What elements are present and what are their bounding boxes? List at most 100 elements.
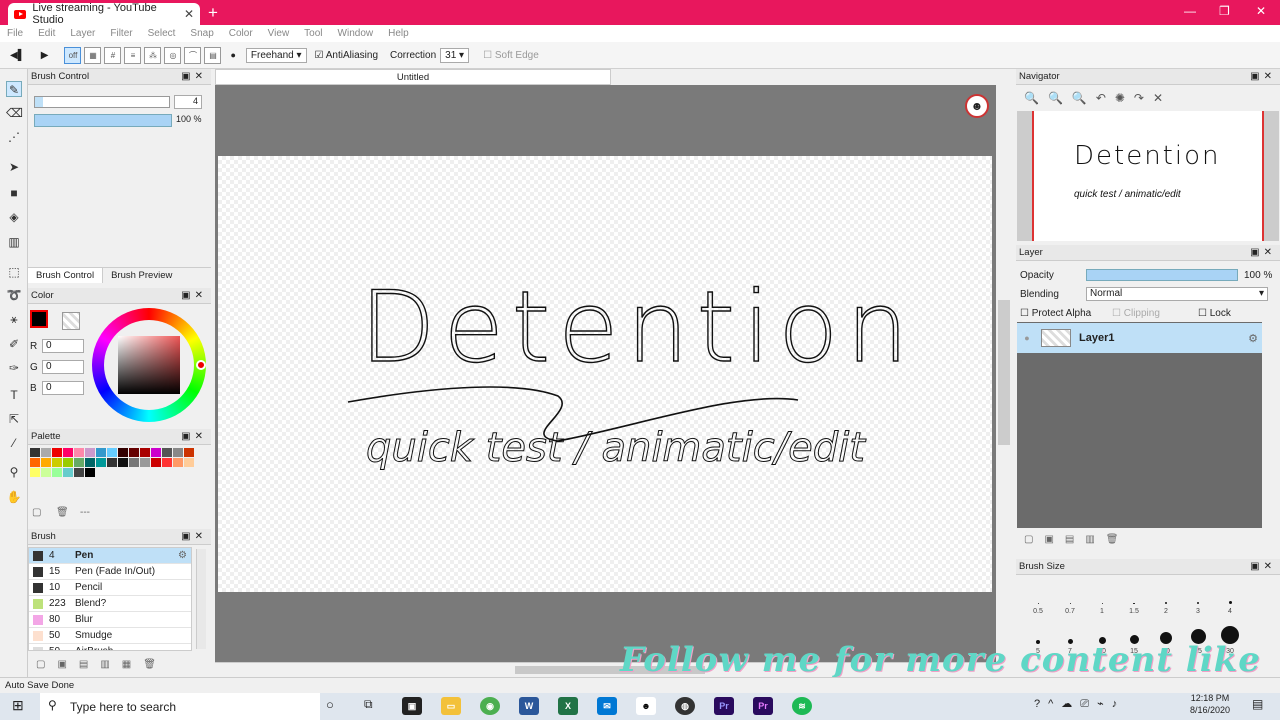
premiere-rush-icon[interactable]: Pr <box>753 697 773 715</box>
palette-swatch[interactable] <box>184 458 194 467</box>
palette-swatch[interactable] <box>85 448 95 457</box>
correction-select[interactable]: 31 ▾ <box>440 47 470 63</box>
eyedropper-tool-icon[interactable]: ⚲ <box>6 464 22 480</box>
palette-swatch[interactable] <box>162 458 172 467</box>
navigator-preview[interactable]: Detention quick test / animatic/edit <box>1017 111 1279 241</box>
palette-swatch[interactable] <box>63 468 73 477</box>
palette-swatch[interactable] <box>52 468 62 477</box>
brush-scrollbar[interactable] <box>196 549 206 649</box>
palette-swatch[interactable] <box>96 448 106 457</box>
prev-icon[interactable]: ◀▌ <box>10 50 25 61</box>
menu-file[interactable]: File <box>7 28 23 39</box>
tab-brush-preview[interactable]: Brush Preview <box>103 268 180 283</box>
notification-icon[interactable]: ▤ <box>1252 697 1263 711</box>
visibility-icon[interactable]: ● <box>1017 333 1037 343</box>
main-color-swatch[interactable] <box>30 310 48 328</box>
palette-swatch[interactable] <box>41 448 51 457</box>
brush-actions[interactable]: ▢▣▤▥▦🗑 <box>36 659 168 670</box>
brush-row[interactable]: 10 Pencil <box>29 580 191 596</box>
palette-swatch[interactable] <box>107 458 117 467</box>
palette-swatch[interactable] <box>129 458 139 467</box>
palette-swatch[interactable] <box>140 448 150 457</box>
store-icon[interactable]: ▣ <box>402 697 422 715</box>
premiere-icon[interactable]: Pr <box>714 697 734 715</box>
menu-color[interactable]: Color <box>229 28 253 39</box>
palette-swatch[interactable] <box>74 458 84 467</box>
select-tool-icon[interactable]: ⬚ <box>6 264 22 280</box>
palette-swatch[interactable] <box>74 448 84 457</box>
snap-curve-icon[interactable]: ⌒ <box>184 46 202 64</box>
cortana-icon[interactable]: ○ <box>326 697 334 712</box>
palette-swatch[interactable] <box>74 468 84 477</box>
windows-start-icon[interactable]: ⊞ <box>12 697 24 714</box>
layer-opacity-slider[interactable] <box>1086 269 1238 281</box>
palette-swatch[interactable] <box>52 448 62 457</box>
menu-edit[interactable]: Edit <box>38 28 55 39</box>
palette-swatch[interactable] <box>96 458 106 467</box>
taskbar-search[interactable]: ⚲ Type here to search <box>40 693 320 720</box>
palette-swatch[interactable] <box>63 458 73 467</box>
b-input[interactable]: 0 <box>42 381 84 395</box>
pen-tool-icon[interactable]: ✎ <box>6 81 22 97</box>
saturation-box[interactable] <box>118 336 180 394</box>
snap-off-icon[interactable]: off <box>64 46 82 64</box>
chrome-icon[interactable]: ◉ <box>480 697 500 715</box>
task-view-icon[interactable]: ⧉ <box>364 697 373 712</box>
brush-row[interactable]: 4 Pen ⚙ <box>29 548 191 564</box>
hand-tool-icon[interactable]: ✋ <box>6 489 22 505</box>
brush-row[interactable]: 15 Pen (Fade In/Out) <box>29 564 191 580</box>
excel-icon[interactable]: X <box>558 697 578 715</box>
menu-help[interactable]: Help <box>388 28 409 39</box>
palette-swatch[interactable] <box>30 468 40 477</box>
palette-swatch[interactable] <box>140 458 150 467</box>
move-tool-icon[interactable]: ➤ <box>6 159 22 175</box>
divide-tool-icon[interactable]: ⁄ <box>6 435 22 451</box>
brush-settings-icon[interactable]: ⚙ <box>178 550 187 561</box>
protect-alpha-checkbox[interactable]: ☐ Protect Alpha <box>1020 308 1112 319</box>
hue-handle[interactable] <box>196 360 206 370</box>
brush-size-slider[interactable] <box>34 96 170 108</box>
bucket-tool-icon[interactable]: ◈ <box>6 209 22 225</box>
palette-swatch[interactable] <box>129 448 139 457</box>
palette-swatch[interactable] <box>118 458 128 467</box>
palette-swatch[interactable] <box>173 458 183 467</box>
text-tool-icon[interactable]: T <box>6 387 22 403</box>
palette-swatch[interactable] <box>151 448 161 457</box>
menu-window[interactable]: Window <box>338 28 374 39</box>
antialias-checkbox[interactable]: ☑ AntiAliasing <box>315 50 378 61</box>
brush-size-option[interactable]: 1 <box>1086 575 1118 615</box>
palette-more[interactable]: --- <box>80 507 90 518</box>
layer-settings-icon[interactable]: ⚙ <box>1248 332 1258 345</box>
snap-grid-icon[interactable]: # <box>104 46 122 64</box>
spotify-icon[interactable]: ≋ <box>792 697 812 715</box>
tab-brush-control[interactable]: Brush Control <box>28 268 104 283</box>
palette-swatch[interactable] <box>162 448 172 457</box>
palette-swatch[interactable] <box>63 448 73 457</box>
close-window-button[interactable]: ✕ <box>1256 4 1266 18</box>
palette-swatch[interactable] <box>41 468 51 477</box>
palette-swatch[interactable] <box>85 458 95 467</box>
palette-swatch[interactable] <box>30 448 40 457</box>
brush-row[interactable]: 223 Blend? <box>29 596 191 612</box>
new-tab-button[interactable]: + <box>208 3 218 23</box>
clock[interactable]: 12:18 PM 8/16/2020 <box>1190 692 1230 716</box>
tab-close-icon[interactable]: ✕ <box>184 7 194 21</box>
palette-swatch[interactable] <box>184 448 194 457</box>
system-tray-icons[interactable]: ?^☁⎚⌁♪ <box>1034 697 1125 711</box>
obs-icon[interactable]: ◍ <box>675 697 695 715</box>
menu-layer[interactable]: Layer <box>70 28 95 39</box>
minimize-button[interactable]: — <box>1184 4 1196 18</box>
app-icon[interactable]: ☻ <box>636 697 656 715</box>
palette-swatch[interactable] <box>118 448 128 457</box>
gradient-tool-icon[interactable]: ▥ <box>6 234 22 250</box>
brush-row[interactable]: 50 Smudge <box>29 628 191 644</box>
brush-size-option[interactable]: 4 <box>1214 575 1246 615</box>
brush-size-option[interactable]: 0.7 <box>1054 575 1086 615</box>
browser-tab[interactable]: Live streaming - YouTube Studio ✕ <box>8 2 200 26</box>
brush-row[interactable]: 50AirBrush <box>29 644 191 650</box>
menu-tool[interactable]: Tool <box>304 28 322 39</box>
brush-size-option[interactable]: 0.5 <box>1022 575 1054 615</box>
palette-delete-icon[interactable]: 🗑 <box>56 507 69 518</box>
operation-tool-icon[interactable]: ⇱ <box>6 411 22 427</box>
brush-dot-icon[interactable]: ● <box>230 50 235 60</box>
